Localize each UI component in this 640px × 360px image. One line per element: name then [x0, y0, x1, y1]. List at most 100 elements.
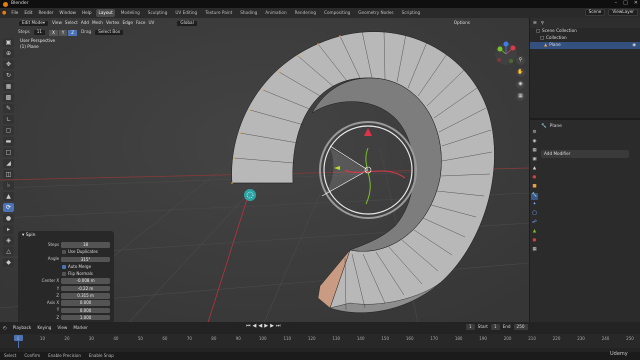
- tab-rendering[interactable]: Rendering: [293, 9, 318, 17]
- outliner-editor-icon[interactable]: ☰: [533, 20, 537, 25]
- flip-normals-checkbox[interactable]: [62, 271, 66, 276]
- current-frame-field[interactable]: 1: [466, 324, 475, 331]
- knife-icon[interactable]: ♭: [3, 181, 14, 190]
- shear-icon[interactable]: △: [3, 247, 14, 256]
- modifier-tab-icon[interactable]: 🔧: [531, 193, 538, 200]
- angle-input[interactable]: 315°: [61, 256, 110, 263]
- panel-title[interactable]: ▾ Spin: [22, 233, 110, 239]
- outliner-item-collection[interactable]: □ Collection: [530, 35, 640, 42]
- visibility-eye-icon[interactable]: ◉: [632, 43, 636, 47]
- menu-face[interactable]: Face: [136, 20, 145, 25]
- menu-view[interactable]: View: [52, 20, 62, 25]
- menu-help[interactable]: Help: [81, 10, 93, 16]
- menu-vertex[interactable]: Vertex: [106, 20, 119, 25]
- cursor-icon[interactable]: ⊕: [3, 49, 14, 58]
- next-key-icon[interactable]: ▶: [270, 324, 274, 329]
- timeline-keying-menu[interactable]: Keying: [37, 325, 51, 330]
- blender-menu-icon[interactable]: ●: [2, 10, 6, 16]
- tool-tab-icon[interactable]: ⚙: [531, 130, 538, 137]
- particles-tab-icon[interactable]: ✦: [531, 202, 538, 209]
- rip-icon[interactable]: ◆: [3, 258, 14, 267]
- menu-window[interactable]: Window: [58, 10, 77, 16]
- move-icon[interactable]: ✥: [3, 60, 14, 69]
- drag-selector[interactable]: Select Box: [94, 29, 125, 36]
- play-reverse-icon[interactable]: ◀: [258, 324, 262, 329]
- shrink-fatten-icon[interactable]: ◈: [3, 236, 14, 245]
- constraints-tab-icon[interactable]: ☍: [531, 220, 538, 227]
- timeline-playback-menu[interactable]: Playback: [13, 325, 32, 330]
- axis-z-input[interactable]: 1.000: [61, 314, 110, 321]
- tab-layout[interactable]: Layout: [96, 8, 115, 18]
- add-modifier-button[interactable]: Add Modifier: [541, 150, 629, 158]
- data-tab-icon[interactable]: ▲: [531, 229, 538, 236]
- center-x-input[interactable]: -0.008 m: [61, 278, 110, 284]
- transform-orientation[interactable]: Global: [176, 19, 198, 27]
- select-box-icon[interactable]: ▣: [3, 38, 14, 47]
- steps-field[interactable]: 11: [32, 29, 47, 36]
- menu-render[interactable]: Render: [38, 10, 55, 16]
- outliner-search-icon[interactable]: ⚲: [541, 20, 544, 25]
- rotate-icon[interactable]: ↻: [3, 71, 14, 80]
- outliner-item-plane[interactable]: ▲ Plane ◉: [530, 42, 640, 49]
- axis-y-toggle[interactable]: Y: [58, 29, 69, 36]
- menu-mesh[interactable]: Mesh: [92, 20, 103, 25]
- menu-add[interactable]: Add: [81, 20, 89, 25]
- timeline-view-menu[interactable]: View: [57, 325, 67, 330]
- annotate-icon[interactable]: ✎: [3, 104, 14, 113]
- play-icon[interactable]: ▶: [264, 324, 268, 329]
- poly-build-icon[interactable]: ▲: [3, 192, 14, 201]
- zoom-icon[interactable]: ⚲: [516, 56, 525, 65]
- physics-tab-icon[interactable]: ◯: [531, 211, 538, 218]
- transform-icon[interactable]: ▩: [3, 93, 14, 102]
- center-z-input[interactable]: 0.315 m: [61, 293, 110, 299]
- tab-animation[interactable]: Animation: [263, 9, 288, 17]
- tab-compositing[interactable]: Compositing: [322, 9, 352, 17]
- measure-icon[interactable]: ∟: [3, 115, 14, 124]
- jump-end-icon[interactable]: ⏭: [276, 324, 281, 329]
- timeline-editor-icon[interactable]: ◴: [3, 325, 7, 330]
- tab-modeling[interactable]: Modeling: [119, 9, 142, 17]
- mode-selector[interactable]: Edit Mode ▾: [18, 19, 49, 27]
- end-frame-field[interactable]: 250: [513, 324, 528, 331]
- tab-geometry-nodes[interactable]: Geometry Nodes: [356, 9, 395, 17]
- inset-icon[interactable]: □: [3, 148, 14, 157]
- scale-icon[interactable]: ▦: [3, 82, 14, 91]
- auto-merge-checkbox[interactable]: [62, 264, 66, 269]
- smooth-icon[interactable]: ●: [3, 214, 14, 223]
- axis-z-toggle[interactable]: Z: [68, 29, 79, 36]
- bevel-icon[interactable]: ◢: [3, 159, 14, 168]
- tab-scripting[interactable]: Scripting: [400, 9, 423, 17]
- tab-uv-editing[interactable]: UV Editing: [173, 9, 199, 17]
- extrude-icon[interactable]: ▬: [3, 137, 14, 146]
- menu-uv[interactable]: UV: [148, 20, 154, 25]
- close-icon[interactable]: ✕: [634, 1, 638, 6]
- scene-selector[interactable]: Scene: [584, 9, 606, 16]
- material-tab-icon[interactable]: ●: [531, 238, 538, 245]
- axis-x-input[interactable]: 0.000: [61, 300, 110, 306]
- edge-slide-icon[interactable]: ▸: [3, 225, 14, 234]
- use-duplicates-checkbox[interactable]: [62, 250, 66, 255]
- view-layer-tab-icon[interactable]: ▣: [531, 157, 538, 164]
- timeline-marker-menu[interactable]: Marker: [73, 325, 87, 330]
- maximize-icon[interactable]: □: [623, 1, 628, 6]
- menu-file[interactable]: File: [10, 10, 19, 16]
- outliner-item-scene-collection[interactable]: □ Scene Collection: [530, 28, 640, 35]
- pan-icon[interactable]: ✋: [516, 68, 525, 77]
- loop-cut-icon[interactable]: ◫: [3, 170, 14, 179]
- spin-icon[interactable]: ⟳: [3, 203, 14, 212]
- jump-start-icon[interactable]: ⏮: [246, 324, 251, 329]
- camera-icon[interactable]: ◉: [516, 80, 525, 89]
- viewlayer-selector[interactable]: ViewLayer: [608, 9, 638, 16]
- add-cube-icon[interactable]: ▢: [3, 126, 14, 135]
- steps-input[interactable]: 18: [61, 242, 110, 248]
- menu-select[interactable]: Select: [65, 20, 78, 25]
- scene-tab-icon[interactable]: ▲: [531, 166, 538, 173]
- output-tab-icon[interactable]: ▦: [531, 148, 538, 155]
- axis-x-toggle[interactable]: X: [49, 29, 59, 36]
- world-tab-icon[interactable]: ●: [531, 175, 538, 182]
- object-tab-icon[interactable]: ■: [531, 184, 538, 191]
- grid-icon[interactable]: ▦: [516, 92, 525, 101]
- prev-key-icon[interactable]: ◀: [253, 324, 257, 329]
- tab-shading[interactable]: Shading: [238, 9, 259, 17]
- axis-y-input[interactable]: 0.000: [61, 307, 110, 314]
